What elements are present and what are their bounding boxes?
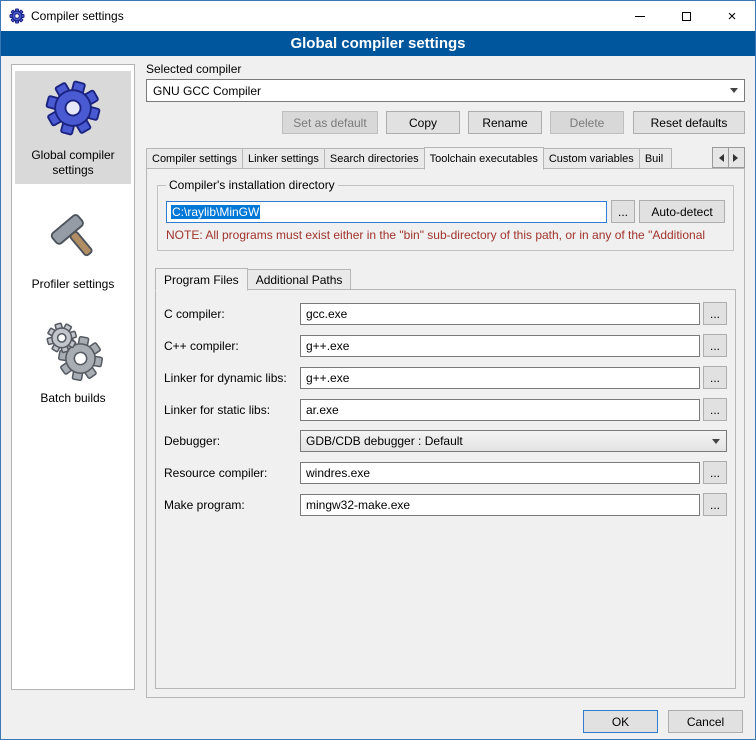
window-title: Compiler settings <box>31 9 124 23</box>
minimize-icon <box>635 16 645 17</box>
c-compiler-browse-button[interactable]: ... <box>703 302 727 325</box>
resource-compiler-browse-button[interactable]: ... <box>703 461 727 484</box>
installation-directory-group-label: Compiler's installation directory <box>166 178 338 192</box>
field-row: C compiler: gcc.exe ... <box>164 302 727 325</box>
tab-build-options[interactable]: Buil <box>639 148 672 169</box>
installation-directory-group: Compiler's installation directory C:\ray… <box>157 185 734 251</box>
chevron-down-icon <box>706 435 726 448</box>
selected-compiler-value: GNU GCC Compiler <box>153 84 261 98</box>
maximize-icon <box>682 12 691 21</box>
selected-compiler-dropdown[interactable]: GNU GCC Compiler <box>146 79 745 102</box>
tab-search-directories[interactable]: Search directories <box>324 148 425 169</box>
resource-compiler-input[interactable]: windres.exe <box>300 462 700 484</box>
settings-tabs: Compiler settings Linker settings Search… <box>146 146 745 169</box>
static-linker-input[interactable]: ar.exe <box>300 399 700 421</box>
make-program-value: mingw32-make.exe <box>306 498 410 512</box>
resource-compiler-label: Resource compiler: <box>164 466 300 480</box>
tab-linker-settings[interactable]: Linker settings <box>242 148 325 169</box>
installation-directory-row: C:\raylib\MinGW ... Auto-detect <box>166 200 725 223</box>
set-as-default-button[interactable]: Set as default <box>282 111 378 134</box>
program-tabs: Program Files Additional Paths <box>155 267 736 290</box>
debugger-value: GDB/CDB debugger : Default <box>306 434 463 448</box>
field-row: Make program: mingw32-make.exe ... <box>164 493 727 516</box>
make-program-input[interactable]: mingw32-make.exe <box>300 494 700 516</box>
dialog-content: Global compiler settings Profiler settin… <box>1 56 755 739</box>
make-program-browse-button[interactable]: ... <box>703 493 727 516</box>
debugger-label: Debugger: <box>164 434 300 448</box>
tab-program-files[interactable]: Program Files <box>155 268 248 291</box>
c-compiler-label: C compiler: <box>164 307 300 321</box>
field-row: Linker for dynamic libs: g++.exe ... <box>164 366 727 389</box>
cpp-compiler-browse-button[interactable]: ... <box>703 334 727 357</box>
sidebar-item-profiler-settings[interactable]: Profiler settings <box>15 200 131 298</box>
dynamic-linker-browse-button[interactable]: ... <box>703 366 727 389</box>
dynamic-linker-input[interactable]: g++.exe <box>300 367 700 389</box>
tab-scroll-left-icon <box>715 154 724 162</box>
copy-button[interactable]: Copy <box>386 111 460 134</box>
tab-additional-paths[interactable]: Additional Paths <box>247 269 352 290</box>
cancel-button[interactable]: Cancel <box>668 710 743 733</box>
dynamic-linker-value: g++.exe <box>306 371 349 385</box>
auto-detect-button[interactable]: Auto-detect <box>639 200 725 223</box>
field-row: Debugger: GDB/CDB debugger : Default <box>164 430 727 452</box>
window-controls: × <box>617 1 755 31</box>
static-linker-value: ar.exe <box>306 403 339 417</box>
dialog-footer: OK Cancel <box>583 710 743 733</box>
minimize-button[interactable] <box>617 1 663 31</box>
field-row: Resource compiler: windres.exe ... <box>164 461 727 484</box>
debugger-select[interactable]: GDB/CDB debugger : Default <box>300 430 727 452</box>
app-icon <box>9 8 25 24</box>
gears-icon <box>43 321 103 384</box>
sidebar-item-label: Global compiler settings <box>17 148 129 178</box>
sidebar-item-label: Profiler settings <box>32 277 115 292</box>
installation-directory-input[interactable]: C:\raylib\MinGW <box>166 201 607 223</box>
tab-compiler-settings[interactable]: Compiler settings <box>146 148 243 169</box>
installation-note: NOTE: All programs must exist either in … <box>166 228 725 242</box>
compiler-settings-window: Compiler settings × Global compiler sett… <box>0 0 756 740</box>
sidebar-item-batch-builds[interactable]: Batch builds <box>15 314 131 412</box>
main-area: Selected compiler GNU GCC Compiler Set a… <box>146 62 745 698</box>
rename-button[interactable]: Rename <box>468 111 542 134</box>
tab-scroll-left-button[interactable] <box>712 147 729 168</box>
program-files-panel: C compiler: gcc.exe ... C++ compiler: g+… <box>155 289 736 689</box>
browse-directory-button[interactable]: ... <box>611 200 635 223</box>
field-row: C++ compiler: g++.exe ... <box>164 334 727 357</box>
tab-scroll-right-button[interactable] <box>728 147 745 168</box>
close-icon: × <box>728 9 737 24</box>
gear-icon <box>43 78 103 141</box>
make-program-label: Make program: <box>164 498 300 512</box>
dialog-header: Global compiler settings <box>1 31 755 56</box>
resource-compiler-value: windres.exe <box>306 466 370 480</box>
tab-scroll-buttons <box>713 147 745 168</box>
close-button[interactable]: × <box>709 1 755 31</box>
compiler-actions: Set as default Copy Rename Delete Reset … <box>146 111 745 134</box>
chevron-down-icon <box>724 84 744 97</box>
cpp-compiler-input[interactable]: g++.exe <box>300 335 700 357</box>
c-compiler-input[interactable]: gcc.exe <box>300 303 700 325</box>
maximize-button[interactable] <box>663 1 709 31</box>
selected-compiler-label: Selected compiler <box>146 62 745 76</box>
field-row: Linker for static libs: ar.exe ... <box>164 398 727 421</box>
sidebar: Global compiler settings Profiler settin… <box>11 64 135 690</box>
dynamic-linker-label: Linker for dynamic libs: <box>164 371 300 385</box>
tab-toolchain-executables[interactable]: Toolchain executables <box>424 147 544 170</box>
ok-button[interactable]: OK <box>583 710 658 733</box>
titlebar: Compiler settings × <box>1 1 755 31</box>
tab-custom-variables[interactable]: Custom variables <box>543 148 640 169</box>
sidebar-item-global-compiler-settings[interactable]: Global compiler settings <box>15 71 131 184</box>
static-linker-label: Linker for static libs: <box>164 403 300 417</box>
cpp-compiler-value: g++.exe <box>306 339 349 353</box>
static-linker-browse-button[interactable]: ... <box>703 398 727 421</box>
tab-scroll-right-icon <box>733 154 742 162</box>
toolchain-executables-panel: Compiler's installation directory C:\ray… <box>146 168 745 698</box>
cpp-compiler-label: C++ compiler: <box>164 339 300 353</box>
hammer-icon <box>43 207 103 270</box>
installation-directory-selected-text: C:\raylib\MinGW <box>171 205 260 219</box>
delete-button[interactable]: Delete <box>550 111 624 134</box>
reset-defaults-button[interactable]: Reset defaults <box>633 111 745 134</box>
c-compiler-value: gcc.exe <box>306 307 347 321</box>
sidebar-item-label: Batch builds <box>40 391 105 406</box>
